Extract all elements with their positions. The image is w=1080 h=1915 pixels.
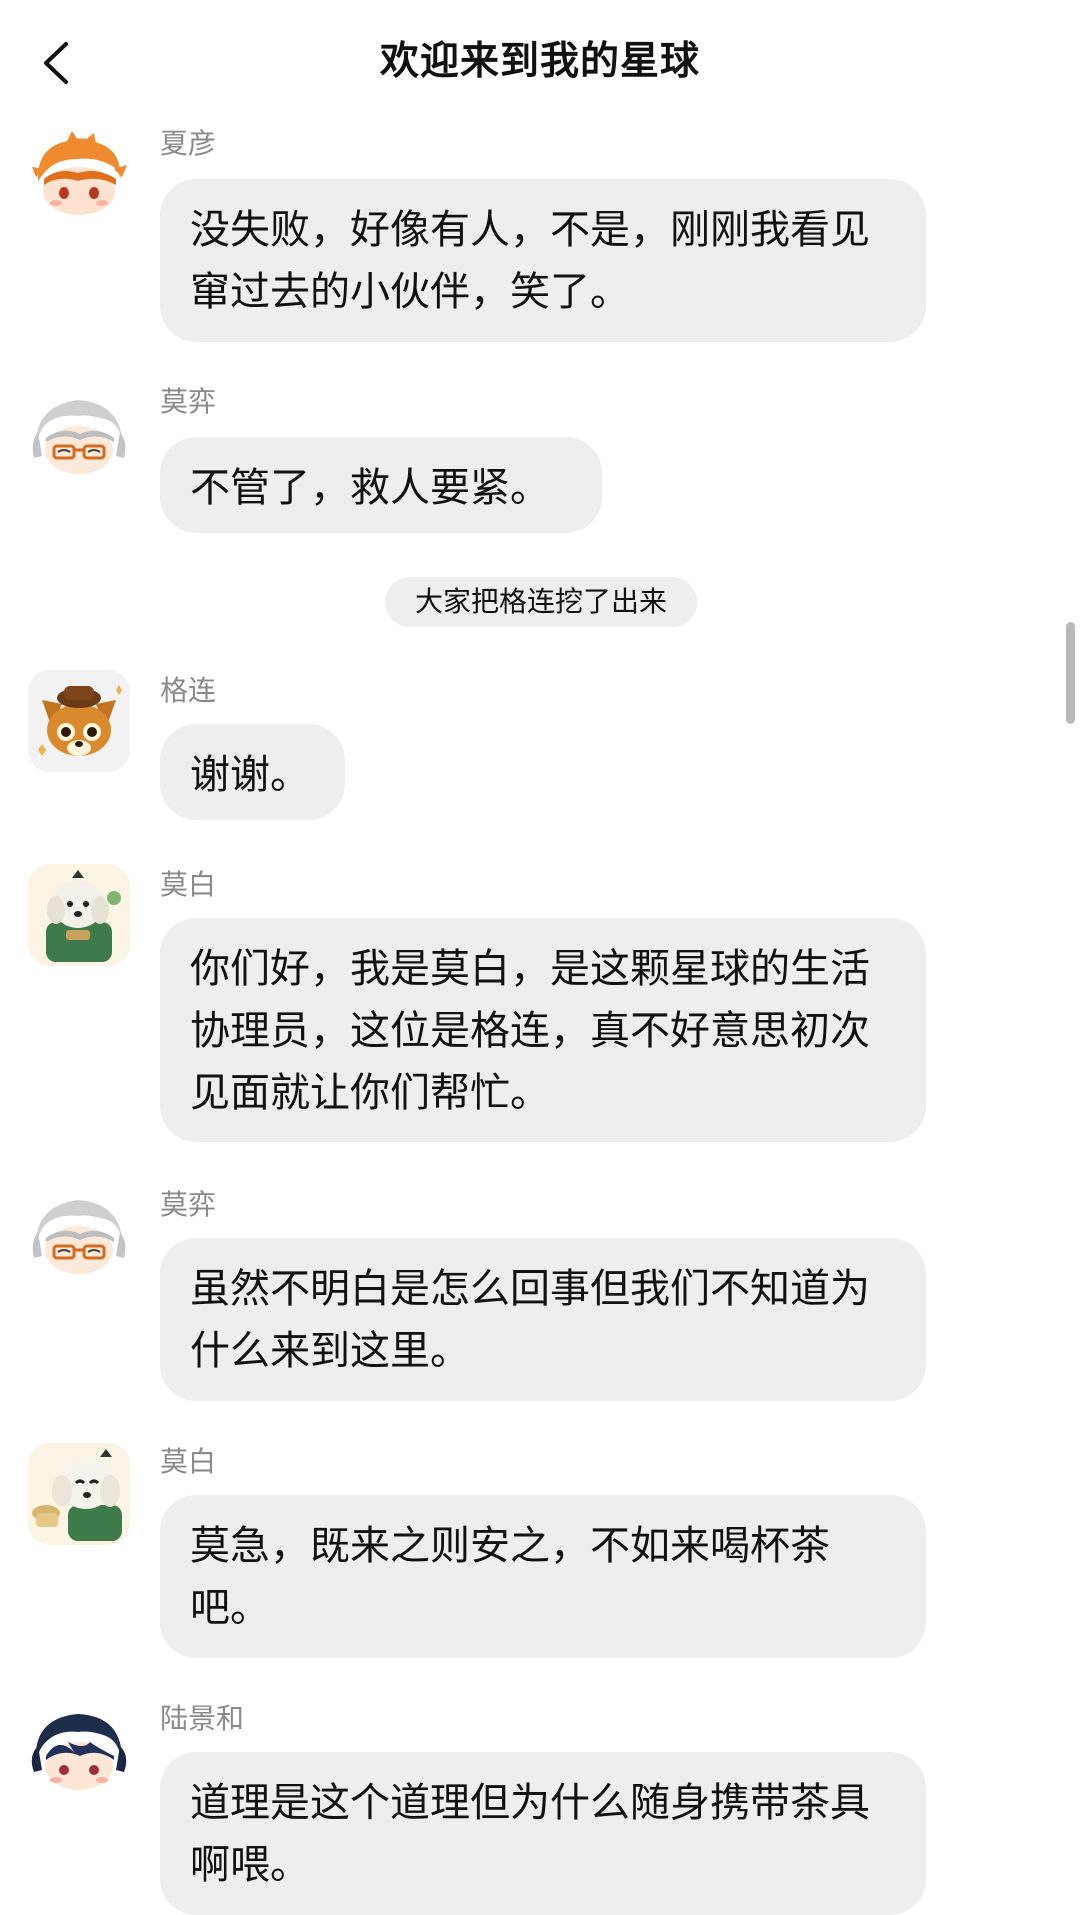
message-bubble[interactable]: 不管了，救人要紧。 bbox=[160, 437, 602, 533]
system-tip: 大家把格连挖了出来 bbox=[385, 577, 697, 627]
orange-hair-boy-avatar[interactable] bbox=[28, 127, 130, 229]
chat-header: 欢迎来到我的星球 bbox=[0, 0, 1080, 120]
sender-name: 莫白 bbox=[160, 1445, 217, 1478]
message-bubble[interactable]: 莫急，既来之则安之，不如来喝杯茶吧。 bbox=[160, 1495, 926, 1658]
sender-name: 莫弈 bbox=[160, 1188, 217, 1221]
message-bubble[interactable]: 虽然不明白是怎么回事但我们不知道为什么来到这里。 bbox=[160, 1238, 926, 1401]
fox-with-hat-avatar[interactable] bbox=[28, 670, 130, 772]
silver-hair-glasses-avatar[interactable] bbox=[28, 386, 130, 488]
sender-name: 莫白 bbox=[160, 868, 217, 901]
sender-name: 莫弈 bbox=[160, 385, 217, 418]
message-bubble[interactable]: 你们好，我是莫白，是这颗星球的生活协理员，这位是格连，真不好意思初次见面就让你们… bbox=[160, 918, 926, 1142]
sender-name: 陆景和 bbox=[160, 1702, 245, 1735]
navy-hair-boy-avatar[interactable] bbox=[28, 1702, 130, 1804]
message-bubble[interactable]: 没失败，好像有人，不是，刚刚我看见窜过去的小伙伴，笑了。 bbox=[160, 179, 926, 342]
silver-hair-glasses-avatar[interactable] bbox=[28, 1186, 130, 1288]
message-bubble[interactable]: 谢谢。 bbox=[160, 724, 345, 820]
white-dog-green-coat-avatar[interactable] bbox=[28, 864, 130, 966]
sender-name: 格连 bbox=[160, 674, 217, 707]
message-bubble[interactable]: 道理是这个道理但为什么随身携带茶具啊喂。 bbox=[160, 1752, 926, 1915]
sender-name: 夏彦 bbox=[160, 127, 217, 160]
scrollbar[interactable] bbox=[1066, 622, 1075, 724]
white-dog-tea-avatar[interactable] bbox=[28, 1443, 130, 1545]
page-title: 欢迎来到我的星球 bbox=[379, 39, 700, 84]
